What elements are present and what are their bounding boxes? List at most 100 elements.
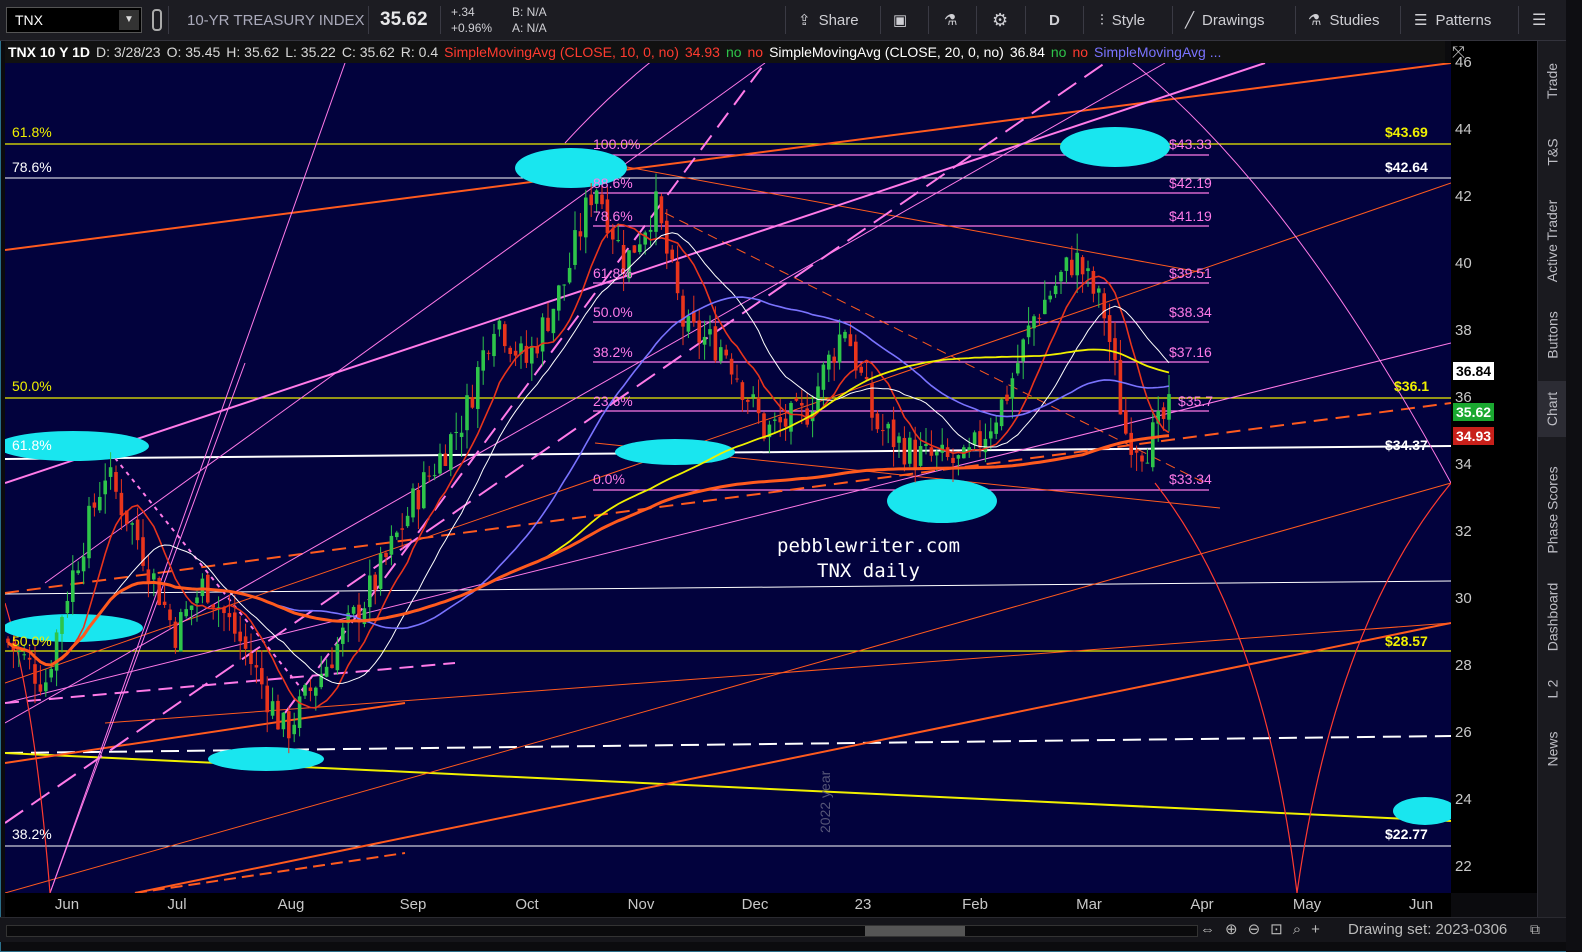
trendline[interactable]: [104, 622, 1451, 724]
candle-body: [146, 569, 151, 584]
fib-value: $35.7: [1178, 393, 1214, 409]
expand-icon[interactable]: ⤧: [1452, 44, 1465, 62]
fib-label: 50.0%: [12, 378, 52, 394]
candle-body: [405, 515, 410, 527]
drawing-set-icon[interactable]: ⧉: [1530, 921, 1540, 938]
date-tick-label: Jun: [54, 896, 80, 913]
pencil-icon: ╱: [1185, 12, 1195, 29]
sidebar-tab-news[interactable]: News: [1538, 721, 1567, 777]
sidebar-tab-phase-scores[interactable]: Phase Scores: [1538, 455, 1567, 565]
legend-sma10[interactable]: SimpleMovingAvg (CLOSE, 10, 0, no): [441, 42, 682, 62]
beaker-button[interactable]: ⚗: [944, 0, 957, 40]
net-change: +.34: [451, 5, 475, 19]
dashed-trendline[interactable]: [5, 662, 456, 704]
price-chart[interactable]: 61.8% 78.6% 50.0% 61.8% 50.0% 38.2% $43.…: [5, 63, 1451, 893]
candle-body: [924, 444, 928, 447]
dashed-trendline[interactable]: [5, 402, 1451, 594]
zoom-in-icon[interactable]: ⊕: [1225, 921, 1248, 938]
sidebar-tab-active-trader[interactable]: Active Trader: [1538, 191, 1567, 291]
highlight-ellipse[interactable]: [887, 479, 997, 523]
cycle-arc[interactable]: [1154, 482, 1298, 893]
highlight-ellipse[interactable]: [1393, 797, 1451, 825]
price-tick-label: 38: [1455, 322, 1472, 339]
sidebar-tab-t-s[interactable]: T&S: [1538, 123, 1567, 181]
zoom-out-icon[interactable]: ⊖: [1248, 921, 1271, 938]
sidebar-tab-dashboard[interactable]: Dashboard: [1538, 573, 1567, 661]
symbol-dropdown-icon[interactable]: ▼: [119, 10, 139, 30]
scrollbar-thumb[interactable]: [865, 926, 965, 936]
zoom-box-icon[interactable]: ⊡: [1270, 921, 1293, 938]
time-axis[interactable]: Jun Jul Aug Sep Oct Nov Dec 23 Feb Mar Apr May Jun: [5, 893, 1451, 917]
sidebar-tab-buttons[interactable]: Buttons: [1538, 299, 1567, 371]
symbol-input[interactable]: TNX ▼: [6, 7, 142, 33]
candle-body: [351, 606, 356, 614]
candle-body: [1021, 339, 1025, 362]
period-button[interactable]: D: [1049, 0, 1060, 40]
magnify-icon[interactable]: ⌕: [1293, 921, 1311, 938]
trendline[interactable]: [5, 482, 1451, 893]
horizontal-scrollbar[interactable]: [6, 925, 1198, 937]
candle-body: [438, 453, 442, 474]
zoom-controls[interactable]: ⇔⊕⊖⊡⌕+: [1200, 920, 1330, 938]
fib-value: $39.51: [1169, 265, 1212, 281]
candle-body: [427, 475, 431, 477]
candle-body: [276, 700, 280, 730]
style-button[interactable]: ⫶ Style: [1100, 0, 1145, 40]
flip-chart-button[interactable]: ▣: [893, 0, 907, 40]
candle-body: [632, 245, 637, 253]
sidebar-tab-label: News: [1544, 731, 1561, 767]
sidebar-tab-trade[interactable]: Trade: [1538, 51, 1567, 111]
patterns-button[interactable]: ☰ Patterns: [1414, 0, 1491, 40]
link-icon[interactable]: [150, 0, 164, 40]
highlight-ellipse[interactable]: [1060, 127, 1170, 167]
expand-icon[interactable]: ⇔: [1200, 921, 1225, 938]
sidebar-tab-chart[interactable]: Chart: [1538, 381, 1567, 437]
candle-body: [373, 574, 377, 591]
drawings-button[interactable]: ╱ Drawings: [1185, 0, 1265, 40]
sidebar-tab-label: Trade: [1544, 62, 1561, 100]
symbol-value: TNX: [15, 12, 43, 28]
legend-sma50[interactable]: SimpleMovingAvg ...: [1091, 42, 1224, 62]
candle-body: [470, 397, 475, 408]
candle-body: [1113, 338, 1117, 360]
trendline[interactable]: [5, 702, 406, 764]
candle-body: [486, 352, 491, 354]
legend-no: no: [747, 44, 764, 60]
highlight-ellipse[interactable]: [208, 747, 324, 771]
channel-line[interactable]: [5, 342, 1451, 704]
legend-sma20[interactable]: SimpleMovingAvg (CLOSE, 20, 0, no): [766, 42, 1007, 62]
share-button[interactable]: ⇪ Share: [798, 0, 859, 40]
dashed-trendline[interactable]: [134, 852, 406, 893]
price-tick-label: 28: [1455, 657, 1472, 674]
candle-body: [400, 528, 404, 530]
trendline[interactable]: [604, 162, 1206, 274]
share-label: Share: [818, 11, 859, 29]
legend-close: C: 35.62: [341, 44, 395, 60]
sidebar-tab-l-2[interactable]: L 2: [1538, 669, 1567, 709]
candle-body: [454, 431, 458, 433]
fib-price: $34.37: [1385, 437, 1428, 453]
settings-button[interactable]: ⚙: [992, 0, 1008, 40]
candle-body: [1097, 288, 1101, 293]
candle-body: [827, 354, 831, 370]
price-axis[interactable]: 36.84 35.62 34.93 46 44 42 40 38 36 34 32 30 28 26…: [1451, 41, 1537, 893]
menu-button[interactable]: ☰: [1532, 0, 1546, 40]
dashed-trendline[interactable]: [5, 735, 1451, 754]
fib-pct: 78.6%: [593, 208, 633, 224]
legend-range: R: 0.4: [400, 44, 439, 60]
studies-button[interactable]: ⚗ Studies: [1308, 0, 1380, 40]
candle-body: [422, 472, 426, 509]
highlight-ellipse[interactable]: [615, 439, 735, 465]
fib-label: 50.0%: [12, 633, 52, 649]
hamburger-icon: ☰: [1532, 12, 1547, 29]
candle-body: [1070, 259, 1074, 276]
trendline[interactable]: [5, 580, 1451, 595]
candle-body: [724, 349, 728, 356]
candle-body: [864, 376, 869, 380]
price-tick-label: 24: [1455, 791, 1472, 808]
candle-body: [659, 196, 664, 224]
trendline[interactable]: [5, 63, 1451, 251]
crosshair-icon[interactable]: +: [1311, 921, 1330, 938]
fib-pct: 100.0%: [593, 136, 641, 152]
candle-body: [303, 684, 307, 696]
